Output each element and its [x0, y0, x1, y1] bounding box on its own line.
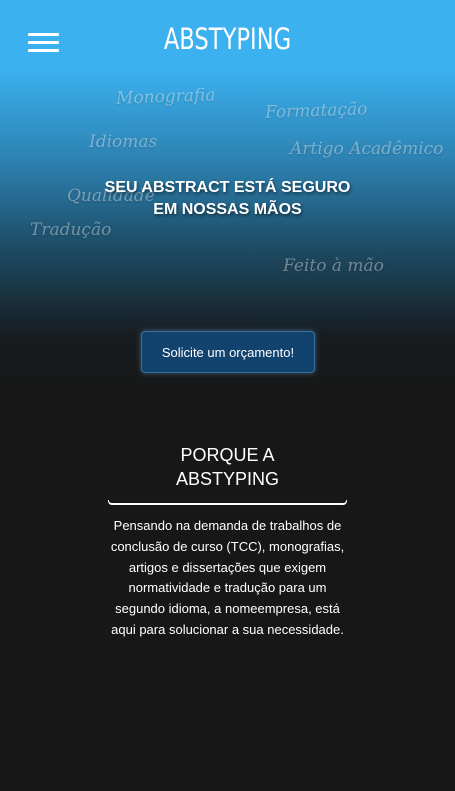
floating-word-formatacao: Formatação: [264, 99, 368, 123]
floating-word-artigo-academico: Artigo Acadêmico: [290, 139, 444, 159]
brand-title[interactable]: ABSTYPING: [50, 22, 405, 56]
floating-word-idiomas: Idiomas: [89, 132, 158, 152]
floating-word-traducao: Tradução: [30, 220, 112, 240]
why-title-divider: [108, 500, 347, 505]
why-title-line: ABSTYPING: [175, 469, 280, 489]
description-line: aqui para solucionar a sua necessidade.: [111, 621, 344, 637]
floating-word-monografia: Monografia: [115, 85, 216, 109]
hero-tagline: SEU ABSTRACT ESTÁ SEGURO EM NOSSAS MÃOS: [0, 177, 455, 221]
description-line: artigos e dissertações que exigem: [128, 559, 327, 575]
description-line: Pensando na demanda de trabalhos de: [113, 518, 342, 533]
why-section-description: Pensando na demanda de trabalhos de conc…: [100, 516, 355, 641]
why-title-line: PORQUE A: [180, 445, 275, 465]
hero-section: ABSTYPING Monografia Formatação Idiomas …: [0, 0, 455, 395]
tagline-line: EM NOSSAS MÃOS: [153, 201, 302, 218]
description-line: normatividade e tradução para um: [128, 580, 327, 596]
why-section-title: PORQUE A ABSTYPING: [108, 443, 347, 491]
description-line: segundo idioma, a nomeempresa, está: [115, 601, 340, 617]
description-line: conclusão de curso (TCC), monografias,: [110, 538, 345, 554]
floating-word-feito-a-mao: Feito à mão: [283, 256, 384, 276]
tagline-line: SEU ABSTRACT ESTÁ SEGURO: [104, 179, 351, 196]
request-quote-button[interactable]: Solicite um orçamento!: [141, 331, 315, 373]
